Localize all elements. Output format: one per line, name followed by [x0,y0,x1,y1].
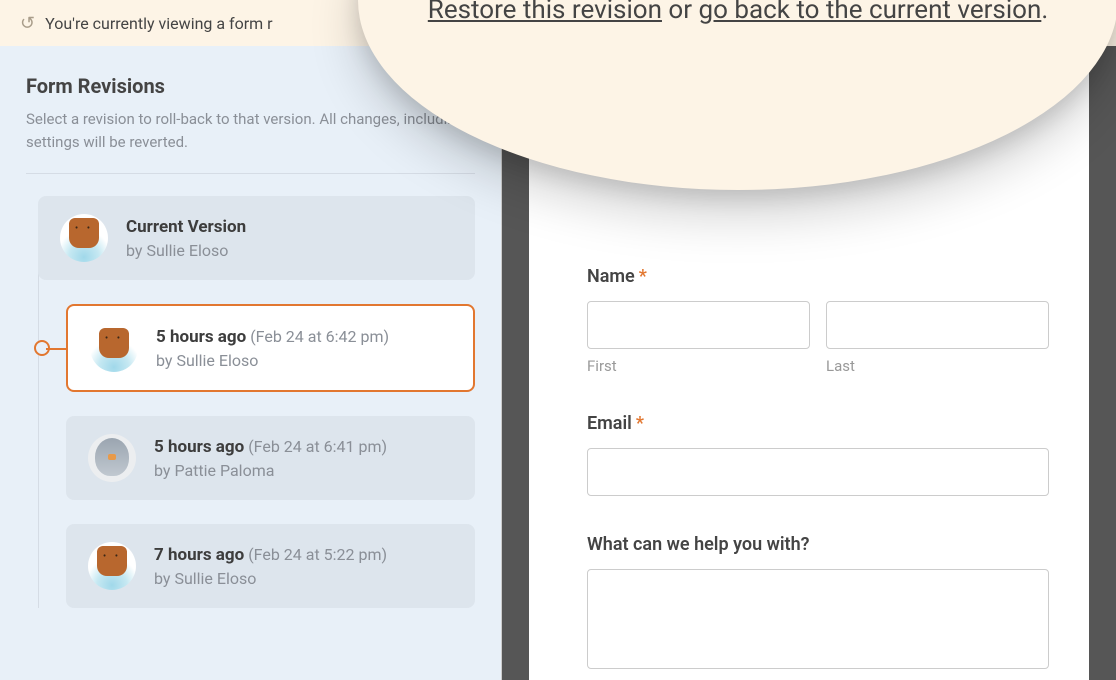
name-label: Name [587,266,635,287]
revision-title: 5 hours ago [156,327,246,347]
divider [26,173,475,174]
history-icon: ↺ [20,13,35,34]
revision-title: 5 hours ago [154,437,244,457]
revision-author: by Sullie Eloso [126,241,453,260]
goback-link[interactable]: go back to the current version [699,0,1042,25]
revision-card[interactable]: 7 hours ago (Feb 24 at 5:22 pm) by Sulli… [66,524,475,608]
revision-timestamp: (Feb 24 at 5:22 pm) [248,545,387,564]
required-asterisk: * [636,413,644,434]
first-sublabel: First [587,357,810,375]
last-sublabel: Last [826,357,1049,375]
revision-card-selected[interactable]: 5 hours ago (Feb 24 at 6:42 pm) by Sulli… [66,304,475,392]
revision-author: by Sullie Eloso [156,351,451,370]
first-name-input[interactable] [587,301,810,349]
revision-author: by Pattie Paloma [154,461,453,480]
zoom-period: . [1041,0,1048,25]
revision-timestamp: (Feb 24 at 6:41 pm) [248,437,387,456]
restore-revision-link[interactable]: Restore this revision [428,0,662,25]
avatar [60,214,108,262]
banner-text: You're currently viewing a form r [45,14,272,33]
revisions-list: Current Version by Sullie Eloso 5 hours … [26,196,475,608]
zoom-or: or [662,0,699,25]
avatar [88,434,136,482]
name-field: Name* First Last [587,266,1049,375]
revision-author: by Sullie Eloso [154,569,453,588]
required-asterisk: * [639,266,647,287]
revision-title: 7 hours ago [154,545,244,565]
last-name-input[interactable] [826,301,1049,349]
avatar [90,324,138,372]
revision-card-current[interactable]: Current Version by Sullie Eloso [38,196,475,280]
avatar [88,542,136,590]
message-textarea[interactable] [587,569,1049,669]
revisions-sidebar: Form Revisions Select a revision to roll… [0,46,502,680]
email-input[interactable] [587,448,1049,496]
email-label: Email [587,413,632,434]
message-label: What can we help you with? [587,534,1049,555]
revision-card[interactable]: 5 hours ago (Feb 24 at 6:41 pm) by Patti… [66,416,475,500]
revision-title: Current Version [126,217,246,237]
sidebar-description: Select a revision to roll-back to that v… [26,108,475,153]
revision-timestamp: (Feb 24 at 6:42 pm) [250,327,389,346]
email-field: Email* [587,413,1049,496]
message-field: What can we help you with? [587,534,1049,673]
